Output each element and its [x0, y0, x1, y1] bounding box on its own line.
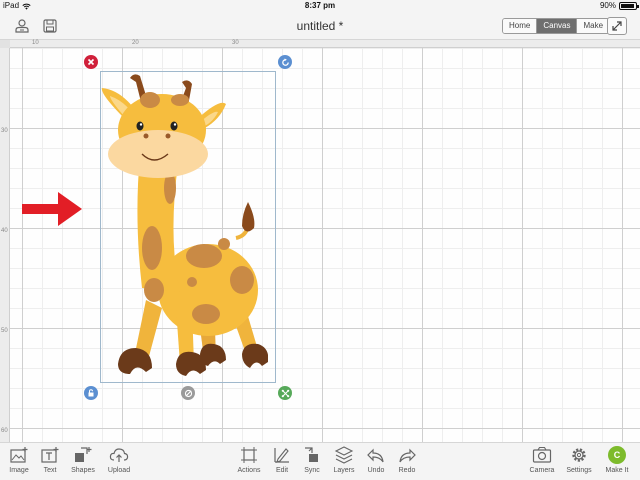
image-label: Image [9, 467, 29, 474]
camera-label: Camera [529, 467, 555, 474]
redo-icon [399, 448, 416, 463]
resize-handle[interactable] [278, 386, 292, 400]
ruler-left-label: 40 [1, 228, 8, 234]
edit-button[interactable]: Edit [265, 445, 299, 479]
battery-percent: 90% [599, 1, 616, 10]
unlink-icon [184, 389, 192, 397]
resize-icon [281, 389, 289, 397]
redo-label: Redo [398, 467, 416, 474]
bottom-toolbar: Image Text Shapes Upload Actions Edit Sy… [0, 442, 640, 480]
expand-icon [612, 21, 622, 31]
close-icon [87, 58, 95, 66]
layers-icon [334, 446, 354, 464]
sync-button[interactable]: Sync [295, 445, 329, 479]
lock-handle[interactable] [84, 386, 98, 400]
ruler-left-label: 30 [1, 128, 8, 134]
image-button[interactable]: Image [2, 445, 36, 479]
unlink-handle[interactable] [181, 386, 195, 400]
redo-button[interactable]: Redo [390, 445, 424, 479]
home-tab[interactable]: Home [503, 19, 538, 33]
canvas-tab[interactable]: Canvas [537, 19, 578, 33]
settings-label: Settings [566, 467, 592, 474]
giraffe-image[interactable] [96, 68, 268, 388]
layers-button[interactable]: Layers [327, 445, 361, 479]
rotate-icon [281, 57, 289, 66]
actions-icon [241, 447, 257, 463]
lock-icon [88, 389, 94, 397]
battery-icon [619, 2, 639, 10]
edit-icon [274, 448, 289, 463]
text-button[interactable]: Text [33, 445, 67, 479]
horizontal-ruler: 10 20 30 [10, 40, 640, 48]
camera-button[interactable]: Camera [525, 445, 559, 479]
fullscreen-button[interactable] [607, 17, 627, 35]
image-icon [10, 447, 28, 463]
make-it-label: Make It [605, 467, 629, 474]
ruler-left-label: 60 [1, 428, 8, 434]
shapes-icon [75, 447, 92, 462]
settings-icon [572, 448, 586, 462]
status-bar: iPad 8:37 pm 90% [0, 0, 640, 12]
ruler-corner [0, 40, 10, 48]
layers-label: Layers [333, 467, 355, 474]
delete-handle[interactable] [84, 55, 98, 69]
app-header: untitled * Home Canvas Make [0, 12, 640, 40]
ruler-top-label: 30 [232, 40, 239, 46]
ruler-top-label: 10 [32, 40, 39, 46]
undo-label: Undo [367, 467, 385, 474]
ruler-top-label: 20 [132, 40, 139, 46]
mode-switcher: Home Canvas Make [502, 18, 611, 34]
upload-icon [109, 448, 129, 462]
text-icon [41, 447, 59, 463]
sync-icon [305, 447, 318, 462]
upload-label: Upload [107, 467, 131, 474]
undo-icon [367, 448, 384, 463]
edit-label: Edit [275, 467, 289, 474]
text-label: Text [43, 467, 57, 474]
settings-button[interactable]: Settings [562, 445, 596, 479]
actions-button[interactable]: Actions [232, 445, 266, 479]
shapes-button[interactable]: Shapes [66, 445, 100, 479]
make-it-icon: C [608, 446, 626, 464]
ruler-left-label: 50 [1, 328, 8, 334]
vertical-ruler: 30 40 50 60 [0, 40, 10, 442]
undo-button[interactable]: Undo [359, 445, 393, 479]
shapes-label: Shapes [71, 467, 95, 474]
actions-label: Actions [237, 467, 261, 474]
rotate-handle[interactable] [278, 55, 292, 69]
upload-button[interactable]: Upload [102, 445, 136, 479]
make-tab[interactable]: Make [577, 19, 610, 33]
clock: 8:37 pm [304, 1, 336, 10]
red-arrow-icon [22, 192, 82, 226]
sync-label: Sync [304, 467, 320, 474]
camera-icon [532, 446, 552, 463]
make-it-button[interactable]: C Make It [600, 445, 634, 479]
